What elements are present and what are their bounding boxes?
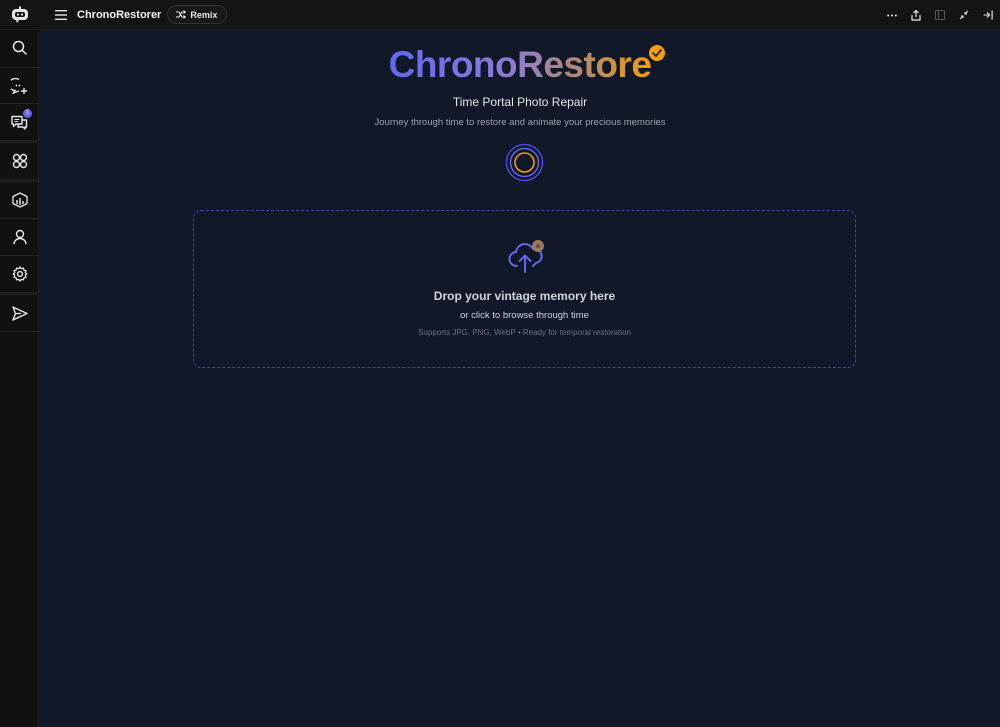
hero-title: ChronoRestore bbox=[40, 44, 1000, 86]
app-title: ChronoRestorer bbox=[77, 8, 162, 21]
sidebar-item-analytics[interactable] bbox=[0, 182, 39, 218]
upload-cloud-icon bbox=[506, 237, 546, 277]
dropzone-supported-formats: Supports JPG, PNG, WebP • Ready for temp… bbox=[418, 328, 631, 337]
sidebar-item-settings[interactable] bbox=[0, 256, 39, 292]
app-logo[interactable] bbox=[0, 0, 39, 30]
shuffle-icon bbox=[176, 10, 187, 19]
checkmark-icon bbox=[652, 49, 662, 57]
sidebar-item-apps[interactable] bbox=[0, 143, 39, 179]
share-icon bbox=[911, 9, 921, 21]
collapse-button[interactable] bbox=[952, 3, 976, 27]
sidebar-item-new-chat[interactable] bbox=[0, 68, 39, 104]
hero-tagline: Journey through time to restore and anim… bbox=[374, 117, 666, 128]
robot-logo-icon bbox=[11, 6, 28, 23]
sidebar-item-profile[interactable] bbox=[0, 219, 39, 255]
remix-label: Remix bbox=[190, 9, 218, 20]
hamburger-menu-button[interactable] bbox=[49, 3, 73, 27]
sidebar-item-send[interactable] bbox=[0, 295, 39, 331]
hero-title-text: ChronoRestore bbox=[388, 44, 652, 85]
verified-badge bbox=[649, 45, 665, 61]
panel-icon bbox=[935, 10, 945, 20]
exit-button[interactable] bbox=[976, 3, 1000, 27]
apps-icon bbox=[12, 153, 27, 169]
top-bar: ChronoRestorer Remix bbox=[0, 0, 1000, 30]
time-portal-icon bbox=[505, 143, 544, 182]
gear-icon bbox=[12, 266, 27, 282]
hero-subtitle: Time Portal Photo Repair bbox=[452, 95, 588, 109]
more-icon bbox=[887, 14, 897, 16]
share-button[interactable] bbox=[904, 3, 928, 27]
search-icon bbox=[12, 40, 27, 56]
top-actions bbox=[880, 0, 1000, 30]
remix-button[interactable]: Remix bbox=[167, 5, 228, 24]
sidebar-divider bbox=[0, 331, 39, 332]
dropzone-subtitle: or click to browse through time bbox=[460, 310, 589, 321]
chats-count-badge: 1 bbox=[23, 109, 32, 118]
app-window: ChronoRestorer Remix 1 ChronoRestore Tim… bbox=[0, 0, 1000, 727]
sidebar: 1 bbox=[0, 30, 39, 727]
new-chat-icon bbox=[11, 78, 27, 94]
sidebar-item-search[interactable] bbox=[0, 30, 39, 66]
sidebar-item-chats[interactable]: 1 bbox=[0, 104, 39, 140]
panel-button[interactable] bbox=[928, 3, 952, 27]
more-button[interactable] bbox=[880, 3, 904, 27]
cube-chart-icon bbox=[11, 192, 28, 208]
send-icon bbox=[11, 305, 28, 321]
upload-dropzone[interactable]: Drop your vintage memory here or click t… bbox=[193, 210, 856, 368]
hamburger-icon bbox=[55, 9, 67, 20]
collapse-icon bbox=[959, 10, 969, 20]
dropzone-title: Drop your vintage memory here bbox=[433, 289, 616, 303]
user-icon bbox=[12, 229, 27, 245]
exit-icon bbox=[983, 10, 993, 20]
main-content: ChronoRestore Time Portal Photo Repair J… bbox=[40, 30, 1000, 727]
